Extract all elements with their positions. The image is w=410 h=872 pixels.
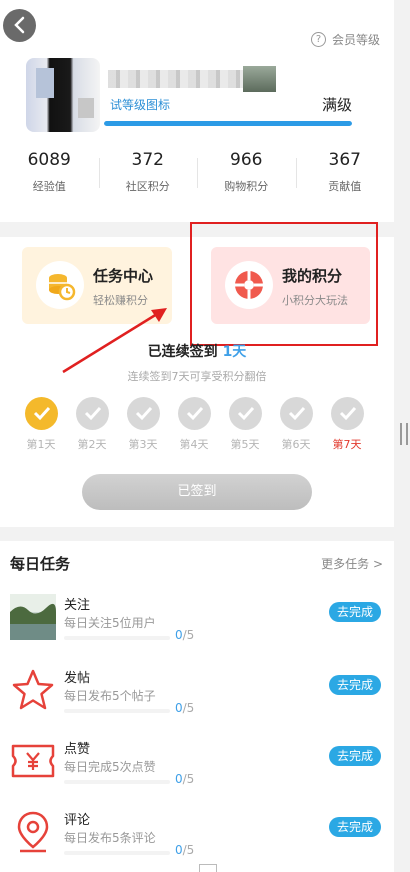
stat-label: 贡献值 bbox=[328, 180, 362, 193]
task-row-post: 发帖 每日发布5个帖子 0/5 去完成 bbox=[0, 667, 394, 737]
task-go-button[interactable]: 去完成 bbox=[329, 602, 381, 622]
stat-value: 372 bbox=[131, 150, 164, 170]
checkin-day-6[interactable]: 第6天 bbox=[274, 397, 318, 452]
stat-experience[interactable]: 6089 经验值 bbox=[0, 148, 99, 198]
bottom-handle[interactable] bbox=[199, 864, 217, 872]
checkin-day-2[interactable]: 第2天 bbox=[70, 397, 114, 452]
task-done-count: 0 bbox=[175, 772, 183, 786]
task-row-follow: 关注 每日关注5位用户 0/5 去完成 bbox=[0, 594, 394, 664]
task-name: 点赞 bbox=[64, 742, 91, 757]
task-desc: 每日发布5条评论 bbox=[64, 831, 156, 845]
stat-contribution[interactable]: 367 贡献值 bbox=[295, 148, 395, 198]
task-go-button[interactable]: 去完成 bbox=[329, 817, 381, 837]
back-button[interactable] bbox=[3, 9, 36, 42]
signed-in-button[interactable]: 已签到 bbox=[82, 474, 312, 510]
stat-label: 社区积分 bbox=[125, 180, 170, 193]
member-level-label: 会员等级 bbox=[331, 33, 380, 47]
task-progress-count: 0/5 bbox=[175, 701, 194, 715]
resize-grip[interactable] bbox=[400, 423, 408, 445]
task-done-count: 0 bbox=[175, 628, 183, 642]
task-desc: 每日完成5次点赞 bbox=[64, 760, 156, 774]
landscape-thumbnail bbox=[10, 594, 56, 640]
member-level-link[interactable]: ? 会员等级 bbox=[310, 31, 380, 48]
task-progress-count: 0/5 bbox=[175, 843, 194, 857]
day-label: 第3天 bbox=[128, 438, 158, 451]
chevron-left-icon bbox=[14, 16, 25, 34]
stat-value: 6089 bbox=[27, 150, 71, 170]
day-label: 第6天 bbox=[281, 438, 311, 451]
stat-label: 经验值 bbox=[32, 180, 66, 193]
task-row-comment: 评论 每日发布5条评论 0/5 去完成 bbox=[0, 809, 394, 872]
task-row-like: 点赞 每日完成5次点赞 0/5 去完成 bbox=[0, 738, 394, 808]
day-label: 第2天 bbox=[77, 438, 107, 451]
location-pin-icon bbox=[10, 809, 56, 855]
task-name: 关注 bbox=[64, 598, 91, 613]
day-label: 第5天 bbox=[230, 438, 260, 451]
task-progress-count: 0/5 bbox=[175, 772, 194, 786]
checkin-day-1[interactable]: 第1天 bbox=[19, 397, 63, 452]
task-done-count: 0 bbox=[175, 843, 183, 857]
level-icon-label: 试等级图标 bbox=[110, 96, 171, 113]
task-progress-bar bbox=[64, 636, 170, 640]
checkin-title-prefix: 已连续签到 bbox=[147, 344, 218, 360]
checkin-day-4[interactable]: 第4天 bbox=[172, 397, 216, 452]
task-name: 发帖 bbox=[64, 671, 91, 686]
question-circle-icon: ? bbox=[310, 32, 326, 47]
level-status: 满级 bbox=[322, 96, 353, 114]
stat-shopping-points[interactable]: 966 购物积分 bbox=[197, 148, 296, 198]
avatar[interactable] bbox=[26, 58, 100, 132]
stat-value: 966 bbox=[230, 150, 263, 170]
check-icon bbox=[279, 397, 313, 430]
check-icon bbox=[75, 397, 109, 430]
stat-community-points[interactable]: 372 社区积分 bbox=[98, 148, 198, 198]
check-icon bbox=[330, 397, 364, 430]
task-go-button[interactable]: 去完成 bbox=[329, 675, 381, 695]
day-label: 第1天 bbox=[26, 438, 56, 451]
yen-ticket-icon bbox=[10, 738, 56, 784]
checkin-title: 已连续签到 1天 bbox=[0, 341, 394, 361]
star-outline-icon bbox=[10, 667, 56, 713]
task-progress-count: 0/5 bbox=[175, 628, 194, 642]
task-done-count: 0 bbox=[175, 701, 183, 715]
task-desc: 每日发布5个帖子 bbox=[64, 689, 156, 703]
check-icon bbox=[228, 397, 262, 430]
checkin-days-count: 1天 bbox=[222, 344, 247, 360]
level-progress-fill bbox=[104, 121, 352, 126]
stat-label: 购物积分 bbox=[224, 180, 269, 193]
task-total-count: /5 bbox=[182, 628, 195, 642]
more-tasks-link[interactable]: 更多任务 > bbox=[321, 555, 383, 572]
checkin-day-3[interactable]: 第3天 bbox=[121, 397, 165, 452]
task-progress-bar bbox=[64, 780, 170, 784]
task-total-count: /5 bbox=[182, 843, 195, 857]
task-center-title: 任务中心 bbox=[93, 267, 154, 285]
checkin-day-5[interactable]: 第5天 bbox=[223, 397, 267, 452]
task-progress-bar bbox=[64, 851, 170, 855]
stats-row: 6089 经验值 372 社区积分 966 购物积分 367 贡献值 bbox=[0, 148, 394, 198]
name-badge-image bbox=[243, 66, 276, 92]
task-go-button[interactable]: 去完成 bbox=[329, 746, 381, 766]
check-icon bbox=[24, 397, 58, 430]
stat-value: 367 bbox=[328, 150, 361, 170]
task-total-count: /5 bbox=[182, 772, 195, 786]
day-label: 第4天 bbox=[179, 438, 209, 451]
task-total-count: /5 bbox=[182, 701, 195, 715]
level-progress-bar bbox=[104, 121, 352, 126]
checkin-day-7[interactable]: 第7天 bbox=[325, 397, 369, 452]
daily-tasks-title: 每日任务 bbox=[10, 555, 71, 573]
check-icon bbox=[177, 397, 211, 430]
check-icon bbox=[126, 397, 160, 430]
task-desc: 每日关注5位用户 bbox=[64, 616, 156, 630]
task-progress-bar bbox=[64, 709, 170, 713]
checkin-subtitle: 连续签到7天可享受积分翻倍 bbox=[127, 370, 267, 383]
day-label: 第7天 bbox=[332, 438, 362, 451]
checkin-days-row: 第1天 第2天 第3天 第4天 第5天 第6天 第7天 bbox=[19, 397, 379, 457]
task-name: 评论 bbox=[64, 813, 91, 828]
annotation-highlight-box bbox=[190, 222, 378, 346]
